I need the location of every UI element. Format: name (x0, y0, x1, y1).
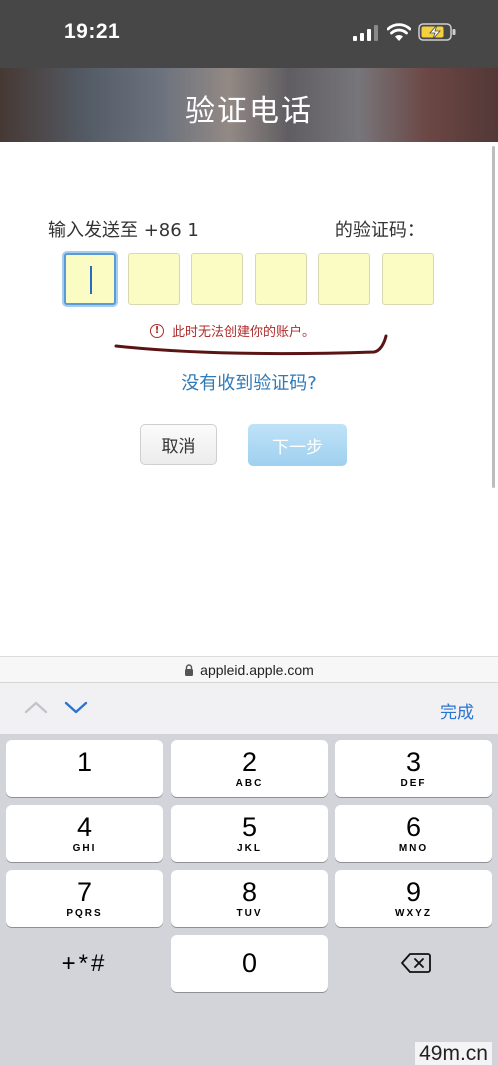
key-symbols[interactable]: +*# (6, 935, 163, 992)
key-letters: TUV (236, 908, 263, 919)
done-button[interactable]: 完成 (440, 698, 474, 723)
next-step-button[interactable]: 下一步 (248, 424, 347, 466)
key-digit: 2 (241, 747, 258, 777)
resend-code-link[interactable]: 没有收到验证码? (0, 369, 498, 395)
cancel-button[interactable]: 取消 (140, 424, 217, 465)
key-6[interactable]: 6 MNO (335, 805, 492, 862)
address-bar[interactable]: appleid.apple.com (0, 656, 498, 682)
key-0[interactable]: 0 (171, 935, 328, 992)
phone-screen: 19:21 验证电话 输入发送至 +86 1 的验证码： ! 此时无法创建你的账… (0, 0, 498, 1065)
signal-icon (353, 25, 378, 41)
code-digit-4[interactable] (254, 253, 307, 305)
url-text: appleid.apple.com (200, 661, 314, 678)
chevron-down-icon[interactable] (64, 699, 88, 715)
code-digit-3[interactable] (191, 253, 244, 305)
key-digit: 4 (76, 812, 93, 842)
code-digit-5[interactable] (318, 253, 371, 305)
key-digit: 1 (76, 747, 93, 777)
watermark: 49m.cn (415, 1042, 492, 1065)
key-9[interactable]: 9 WXYZ (335, 870, 492, 927)
key-letters: ABC (235, 778, 264, 789)
key-4[interactable]: 4 GHI (6, 805, 163, 862)
status-time: 19:21 (64, 20, 121, 43)
key-letters: WXYZ (395, 908, 432, 919)
verification-code-input (64, 253, 434, 307)
key-letters: DEF (400, 778, 427, 789)
key-1[interactable]: 1 (6, 740, 163, 797)
key-digit: 9 (405, 877, 422, 907)
prompt-prefix: 输入发送至 +86 1 (48, 220, 199, 241)
backspace-icon (401, 953, 431, 973)
key-letters: JKL (237, 843, 262, 854)
text-caret (90, 266, 92, 294)
scroll-indicator[interactable] (492, 146, 495, 488)
verification-prompt: 输入发送至 +86 1 的验证码： (48, 216, 425, 242)
keyboard-toolbar: 完成 (0, 682, 498, 734)
status-bar: 19:21 (0, 0, 498, 68)
code-digit-2[interactable] (127, 253, 180, 305)
key-digit: 5 (241, 812, 258, 842)
key-8[interactable]: 8 TUV (171, 870, 328, 927)
header-banner: 验证电话 (0, 68, 498, 142)
battery-charging-icon (418, 23, 456, 41)
backspace-key[interactable] (335, 935, 492, 992)
key-digit: 6 (405, 812, 422, 842)
handdrawn-underline (114, 334, 388, 356)
page-title: 验证电话 (185, 94, 313, 129)
numeric-keypad: 1 2 ABC 3 DEF 4 GHI 5 JKL 6 MNO 7 PQRS 8 (0, 734, 498, 1026)
key-digit: 8 (241, 877, 258, 907)
wifi-icon (387, 23, 411, 41)
symbols-label: +*# (61, 950, 108, 977)
key-letters: PQRS (66, 908, 103, 919)
redacted-phone-number (198, 221, 335, 241)
code-digit-1[interactable] (64, 253, 116, 305)
key-digit: 7 (76, 877, 93, 907)
prompt-suffix: 的验证码： (334, 220, 425, 241)
key-letters: MNO (398, 843, 429, 854)
key-2[interactable]: 2 ABC (171, 740, 328, 797)
key-letters: GHI (72, 843, 97, 854)
key-7[interactable]: 7 PQRS (6, 870, 163, 927)
key-digit: 3 (405, 747, 422, 777)
code-digit-6[interactable] (381, 253, 434, 305)
key-5[interactable]: 5 JKL (171, 805, 328, 862)
lock-icon (185, 663, 194, 676)
key-digit: 0 (241, 948, 258, 978)
chevron-up-icon[interactable] (24, 699, 48, 715)
key-3[interactable]: 3 DEF (335, 740, 492, 797)
